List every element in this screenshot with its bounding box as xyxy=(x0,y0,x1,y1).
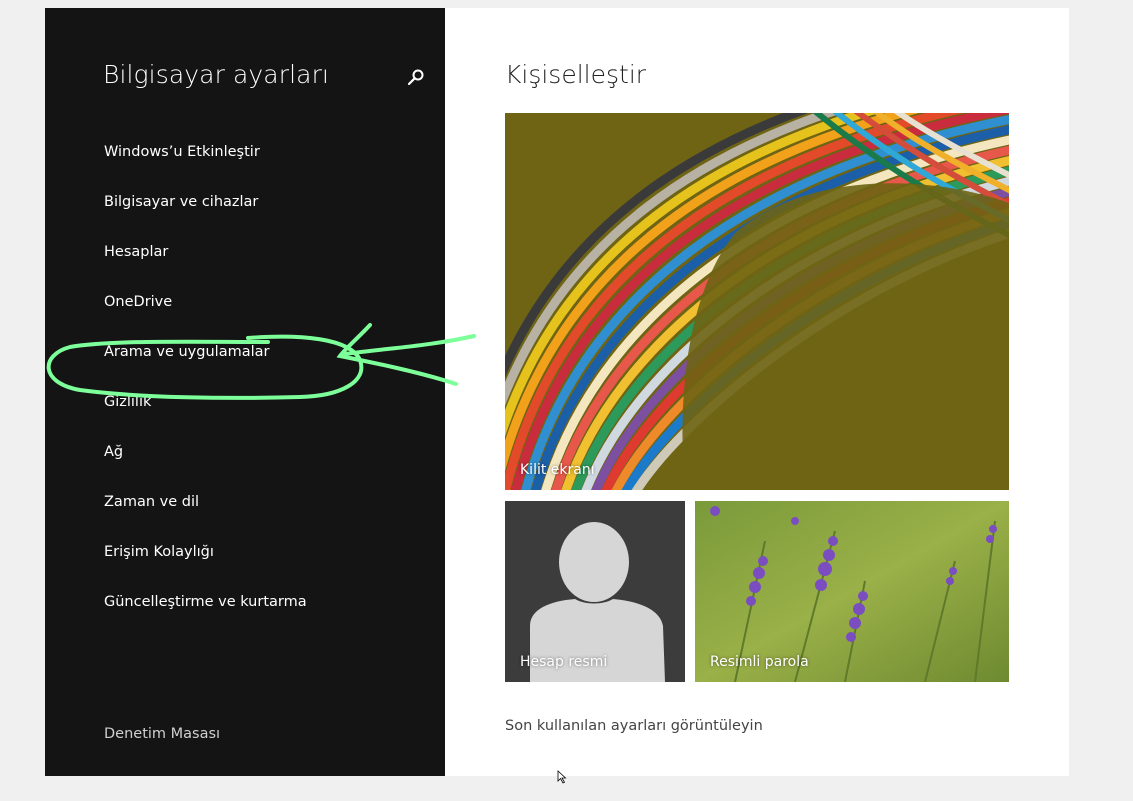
view-recent-settings-link[interactable]: Son kullanılan ayarları görüntüleyin xyxy=(505,718,763,734)
lock-screen-image xyxy=(505,113,1009,490)
sidebar-title: Bilgisayar ayarları xyxy=(103,60,329,89)
sidebar-item-update-and-recovery[interactable]: Güncelleştirme ve kurtarma xyxy=(104,590,307,640)
sidebar-item-time-and-language[interactable]: Zaman ve dil xyxy=(104,490,307,540)
control-panel-link[interactable]: Denetim Masası xyxy=(104,726,220,742)
sidebar-item-ease-of-access[interactable]: Erişim Kolaylığı xyxy=(104,540,307,590)
sidebar-item-onedrive[interactable]: OneDrive xyxy=(104,290,307,340)
sidebar-item-activate-windows[interactable]: Windows’u Etkinleştir xyxy=(104,140,307,190)
sidebar-item-privacy[interactable]: Gizlilik xyxy=(104,390,307,440)
sidebar-item-pc-and-devices[interactable]: Bilgisayar ve cihazlar xyxy=(104,190,307,240)
picture-password-tile[interactable]: Resimli parola xyxy=(695,501,1009,682)
search-icon[interactable] xyxy=(406,68,426,88)
pc-settings-window: Bilgisayar ayarları Windows’u Etkinleşti… xyxy=(45,8,1069,776)
sidebar: Bilgisayar ayarları Windows’u Etkinleşti… xyxy=(45,8,445,776)
sidebar-item-network[interactable]: Ağ xyxy=(104,440,307,490)
picture-password-label: Resimli parola xyxy=(710,654,809,670)
lock-screen-tile[interactable]: Kilit ekranı xyxy=(505,113,1009,490)
sidebar-item-search-and-apps[interactable]: Arama ve uygulamalar xyxy=(104,340,307,390)
page-title: Kişiselleştir xyxy=(505,60,647,89)
main-content: Kişiselleştir Kilit ekranı Hesap resmi R… xyxy=(445,8,1069,776)
account-picture-tile[interactable]: Hesap resmi xyxy=(505,501,685,682)
account-picture-label: Hesap resmi xyxy=(520,654,608,670)
lock-screen-label: Kilit ekranı xyxy=(520,462,595,478)
sidebar-nav: Windows’u Etkinleştir Bilgisayar ve ciha… xyxy=(104,140,307,640)
sidebar-item-accounts[interactable]: Hesaplar xyxy=(104,240,307,290)
mouse-cursor-icon xyxy=(557,770,567,784)
